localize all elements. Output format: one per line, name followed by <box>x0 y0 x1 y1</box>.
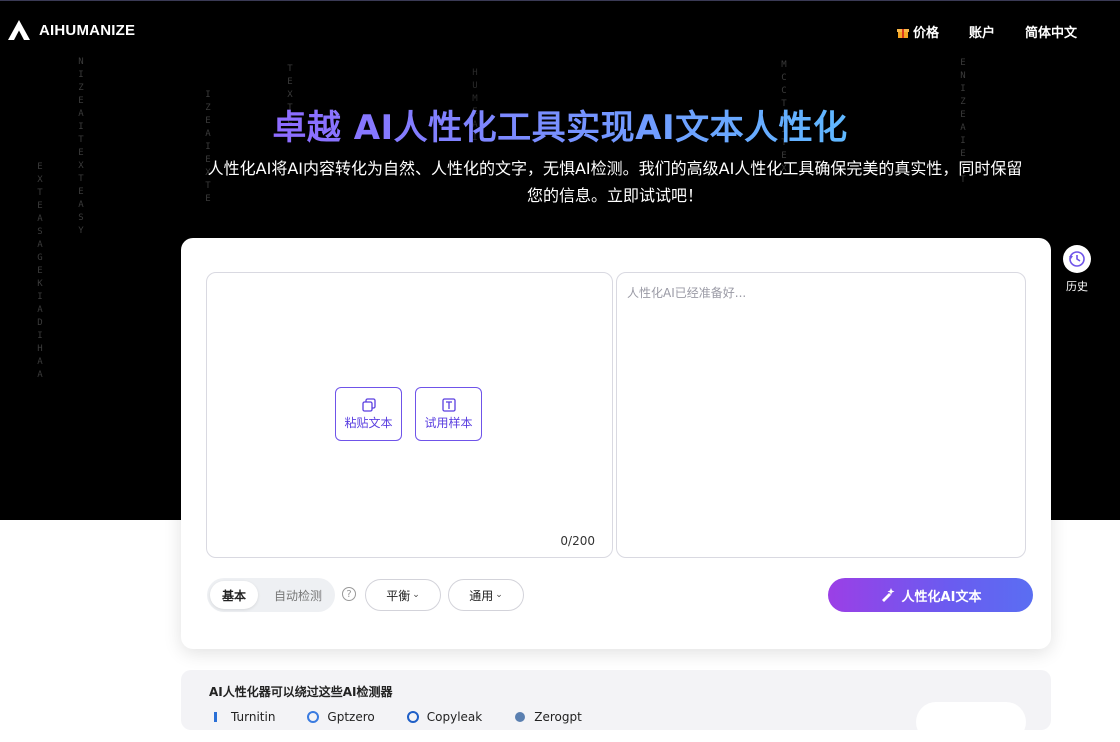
background-text-rain: EXTEASAGEKIADIHAA <box>37 162 43 380</box>
try-sample-button[interactable]: 试用样本 <box>415 387 482 441</box>
subtitle-line: 人性化AI将AI内容转化为自然、人性化的文字，无惧AI检测。我们的高级AI人性化… <box>207 159 1023 178</box>
history-button[interactable]: 历史 <box>1062 245 1092 294</box>
nav-pricing-label: 价格 <box>912 26 939 41</box>
humanizer-card: 粘贴文本 试用样本 0/200 人性化AI已经准备好... 基本 自动检测 ? … <box>181 238 1051 649</box>
nav-language[interactable]: 简体中文 <box>1025 22 1077 41</box>
humanize-button[interactable]: 人性化AI文本 <box>828 578 1033 612</box>
mode-toggle: 基本 自动检测 <box>207 578 335 612</box>
chevron-down-icon: ⌄ <box>412 590 420 600</box>
gift-icon <box>896 28 909 38</box>
mode-auto-detect-tab[interactable]: 自动检测 <box>263 578 333 612</box>
paste-text-button[interactable]: 粘贴文本 <box>335 387 402 441</box>
humanize-button-label: 人性化AI文本 <box>901 589 982 605</box>
zerogpt-icon <box>515 712 526 722</box>
history-label: 历史 <box>1066 280 1088 293</box>
copy-icon <box>361 397 376 412</box>
detector-item: Zerogpt <box>514 710 582 724</box>
char-counter: 0/200 <box>560 534 595 548</box>
input-textarea[interactable]: 粘贴文本 试用样本 0/200 <box>206 272 613 558</box>
brand-logo[interactable]: AIHUMANIZE <box>7 19 135 41</box>
help-icon[interactable]: ? <box>342 587 356 601</box>
detector-item: Gptzero <box>307 710 375 724</box>
output-textarea[interactable]: 人性化AI已经准备好... <box>616 272 1026 558</box>
copyleaks-icon <box>406 711 419 723</box>
chevron-down-icon: ⌄ <box>495 590 503 600</box>
paste-text-label: 粘贴文本 <box>344 415 393 430</box>
detector-name: Copyleak <box>426 710 483 724</box>
detector-item: Turnitin <box>211 710 275 724</box>
detector-name: Turnitin <box>231 710 276 724</box>
top-nav: 价格 账户 简体中文 <box>896 22 1077 41</box>
detector-bypass-section: AI人性化器可以绕过这些AI检测器 Turnitin Gptzero Copyl… <box>181 670 1051 742</box>
detector-item: Copyleak <box>406 710 483 724</box>
tone-value: 平衡 <box>386 588 411 603</box>
gptzero-icon <box>307 711 320 723</box>
subtitle-line: 您的信息。立即试试吧！ <box>526 186 703 205</box>
nav-pricing[interactable]: 价格 <box>896 22 939 41</box>
bypass-title: AI人性化器可以绕过这些AI检测器 <box>209 685 393 699</box>
detector-name: Gptzero <box>327 710 375 724</box>
bypass-action-button[interactable] <box>916 702 1026 742</box>
magic-icon <box>881 588 895 602</box>
mode-basic-tab[interactable]: 基本 <box>210 581 258 609</box>
text-icon <box>441 397 456 412</box>
brand-name: AIHUMANIZE <box>39 21 136 39</box>
page-title: 卓越 AI人性化工具实现AI文本人性化 <box>272 108 848 148</box>
detector-list: Turnitin Gptzero Copyleak Zerogpt <box>211 710 582 724</box>
turnitin-icon <box>214 712 217 722</box>
output-placeholder: 人性化AI已经准备好... <box>627 286 747 300</box>
purpose-dropdown[interactable]: 通用 ⌄ <box>448 579 524 611</box>
purpose-value: 通用 <box>469 588 494 603</box>
logo-icon <box>8 20 30 40</box>
tone-dropdown[interactable]: 平衡 ⌄ <box>365 579 441 611</box>
options-toolbar: 基本 自动检测 ? 平衡 ⌄ 通用 ⌄ 人性化AI文本 <box>207 578 1033 612</box>
detector-name: Zerogpt <box>534 710 582 724</box>
nav-account[interactable]: 账户 <box>969 22 995 41</box>
try-sample-label: 试用样本 <box>424 415 473 430</box>
page-subtitle: 人性化AI将AI内容转化为自然、人性化的文字，无惧AI检测。我们的高级AI人性化… <box>180 155 1050 209</box>
history-icon <box>1063 245 1091 273</box>
